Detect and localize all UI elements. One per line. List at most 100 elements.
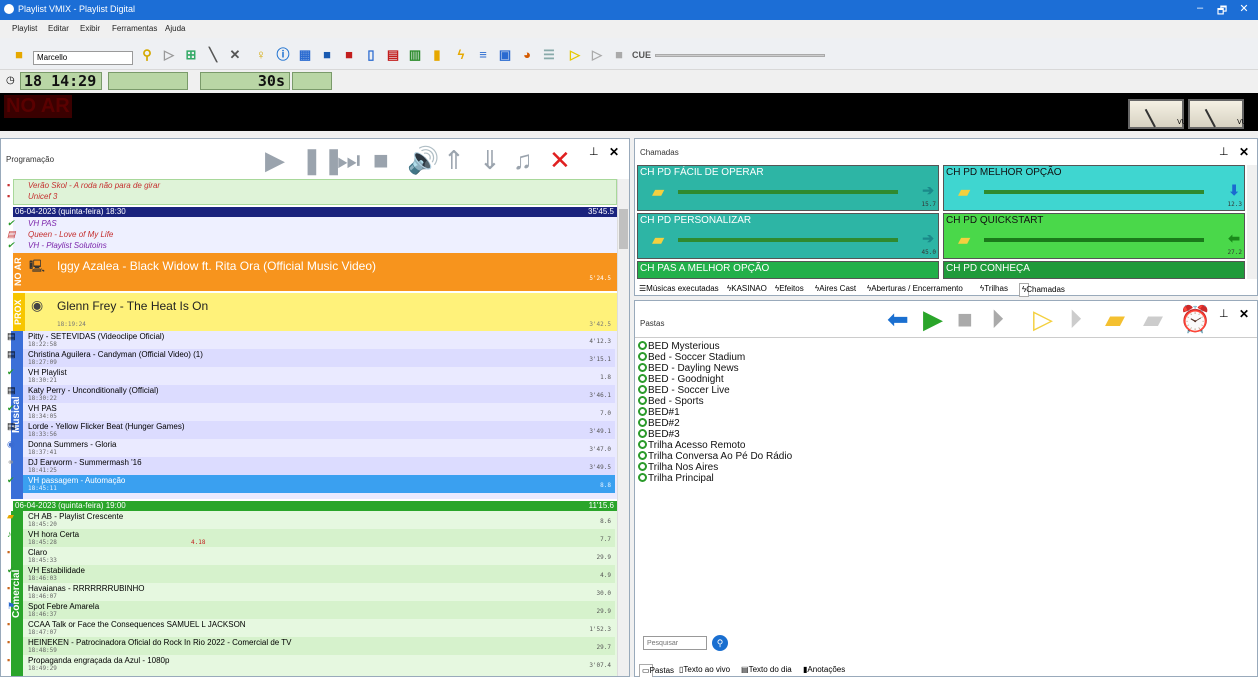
tab-pastas[interactable]: ▭ Pastas	[639, 664, 674, 677]
down-icon[interactable]: ⇓	[479, 145, 501, 175]
folder-item[interactable]: Trilha Principal	[638, 473, 714, 485]
person-icon[interactable]: ⚲	[138, 46, 156, 64]
list-item[interactable]: ✔ VH PAS 18:34:05 7.0	[7, 403, 615, 421]
play-icon[interactable]: ▷	[160, 46, 178, 64]
block-header[interactable]: 06-04-2023 (quinta-feira) 19:00 11'15.6	[13, 501, 617, 511]
report-icon[interactable]: ▥	[406, 46, 424, 64]
close-icon[interactable]: ✕	[1234, 2, 1254, 15]
flash-icon[interactable]: ϟ	[452, 46, 470, 64]
close-panel-icon[interactable]: ✕	[1239, 307, 1249, 321]
playlist-scrollbar[interactable]	[617, 179, 629, 676]
up-icon[interactable]: ⇑	[443, 145, 465, 175]
tab-kasinao[interactable]: ϟ KASINAO	[727, 283, 767, 295]
list-item[interactable]: ▪ Claro 18:45:33 29.9	[7, 547, 615, 565]
tab-chamadas[interactable]: ϟ Chamadas	[1019, 283, 1065, 297]
list-item[interactable]: ▤ Christina Aguilera - Candyman (Official…	[7, 349, 615, 367]
menu-editar[interactable]: Editar	[48, 24, 69, 33]
list-item[interactable]: ✔ VH - Playlist Solutoins	[7, 240, 615, 251]
close-panel-icon[interactable]: ✕	[1239, 145, 1249, 159]
chamada-tile[interactable]: CH PD MELHOR OPÇÃO ▰ ⬇ 12.3	[943, 165, 1245, 211]
skip-icon[interactable]: ⏭	[337, 145, 360, 175]
play-next-icon[interactable]: ⏵	[1069, 304, 1082, 334]
block-header[interactable]: 06-04-2023 (quinta-feira) 18:30 35'45.5	[13, 207, 617, 217]
menu-ajuda[interactable]: Ajuda	[165, 24, 185, 33]
tab-musicas-executadas[interactable]: ☰ Músicas executadas	[639, 283, 719, 295]
play-outline-icon[interactable]: ▷	[1033, 304, 1053, 334]
search-input[interactable]	[643, 636, 707, 650]
cue-slider[interactable]	[655, 54, 825, 57]
wand-icon[interactable]: ╲	[204, 46, 222, 64]
folder-icon[interactable]: ■	[10, 46, 28, 64]
tab-efeitos[interactable]: ϟ Efeitos	[775, 283, 804, 295]
pin-icon[interactable]: ⊥	[589, 145, 599, 158]
list-item[interactable]: ◉ Donna Summers - Gloria 18:37:41 3'47.0	[7, 439, 615, 457]
info-icon[interactable]: ⓘ	[274, 46, 292, 64]
next-item[interactable]: PROX ◉ Glenn Frey - The Heat Is On 18:19…	[13, 293, 617, 331]
now-playing[interactable]: NO AR 🖳 Iggy Azalea - Black Widow ft. Ri…	[13, 253, 617, 291]
close-panel-icon[interactable]: ✕	[609, 145, 619, 159]
stop-icon[interactable]: ■	[610, 46, 628, 64]
rec-icon[interactable]: ■	[340, 46, 358, 64]
scrollbar-thumb[interactable]	[619, 209, 628, 249]
list-item[interactable]: ✔ VH passagem - Automação 18:45:11 8.8	[7, 475, 615, 493]
tools-icon[interactable]: ✕	[226, 46, 244, 64]
folder-remove-icon[interactable]: ▰	[1143, 304, 1163, 334]
grid-icon[interactable]: ▦	[296, 46, 314, 64]
list-item[interactable]: ▪ Verão Skol - A roda não para de girar	[7, 180, 615, 191]
menu-exibir[interactable]: Exibir	[80, 24, 100, 33]
play-icon[interactable]: ▶	[923, 304, 943, 334]
tab-aberturas[interactable]: ϟ Aberturas / Encerramento	[867, 283, 963, 295]
pin-icon[interactable]: ⊥	[1219, 145, 1229, 158]
chamada-tile[interactable]: CH PAS A MELHOR OPÇÃO	[637, 261, 939, 279]
lines-icon[interactable]: ☰	[540, 46, 558, 64]
chamada-tile[interactable]: CH PD CONHEÇA	[943, 261, 1245, 279]
list-item[interactable]: ▪ Propaganda engraçada da Azul - 1080p 18:…	[7, 655, 615, 673]
minimize-icon[interactable]: –	[1190, 2, 1210, 14]
list-item[interactable]: ▪ HEINEKEN - Patrocinadora Oficial do Roc…	[7, 637, 615, 655]
chamada-tile[interactable]: CH PD PERSONALIZAR ▰ ➔ 45.0	[637, 213, 939, 259]
list-item[interactable]: ✔ VH Playlist 18:30:21 1.8	[7, 367, 615, 385]
restore-icon[interactable]: 🗗	[1212, 2, 1232, 21]
play-outline-icon[interactable]: ▷	[566, 46, 584, 64]
pin-icon[interactable]: ⊥	[1219, 307, 1229, 320]
palette-icon[interactable]: ◕	[518, 46, 536, 64]
list-item[interactable]: ▤ Lorde - Yellow Flicker Beat (Hunger Gam…	[7, 421, 615, 439]
list-item[interactable]: ▤ Queen - Love of My Life	[7, 229, 615, 240]
play-next-icon[interactable]: ▷	[588, 46, 606, 64]
list-item[interactable]: ▰ CH AB - Playlist Crescente 18:45:20 8.6	[7, 511, 615, 529]
link-icon[interactable]: ⊞	[182, 46, 200, 64]
tab-texto-do-dia[interactable]: ▤ Texto do dia	[741, 664, 792, 676]
fade-icon[interactable]: ⏵	[991, 304, 1004, 334]
stop-icon[interactable]: ■	[373, 145, 389, 175]
list-item[interactable]: ▤ Katy Perry - Unconditionally (Official)…	[7, 385, 615, 403]
list-item[interactable]: ⚑ Spot Febre Amarela 18:46:37 29.9	[7, 601, 615, 619]
volume-icon[interactable]: 🔊	[407, 145, 439, 175]
delete-icon[interactable]: ✕	[549, 145, 571, 175]
doc-icon[interactable]: ▯	[362, 46, 380, 64]
music-icon[interactable]: ♫	[513, 145, 533, 175]
tab-anotacoes[interactable]: ▮ Anotações	[803, 664, 845, 676]
user-select[interactable]: Marcello	[33, 51, 133, 65]
disk-icon[interactable]: ■	[318, 46, 336, 64]
calendar-icon[interactable]: ▤	[384, 46, 402, 64]
menu-ferramentas[interactable]: Ferramentas	[112, 24, 157, 33]
menu-playlist[interactable]: Playlist	[12, 24, 37, 33]
play-icon[interactable]: ▶	[265, 145, 285, 175]
monitor-icon[interactable]: ▣	[496, 46, 514, 64]
bulb-icon[interactable]: ♀	[252, 46, 270, 64]
cue-button[interactable]: CUE	[632, 46, 651, 64]
chamada-tile[interactable]: CH PD FÁCIL DE OPERAR ▰ ➔ 15.7	[637, 165, 939, 211]
alarm-icon[interactable]: ⏰	[1179, 304, 1211, 334]
chamada-tile[interactable]: CH PD QUICKSTART ▰ ⬅ 27.2	[943, 213, 1245, 259]
list-item[interactable]: ✔ VH Estabilidade 18:46:03 4.9	[7, 565, 615, 583]
list-item[interactable]: ⚭ DJ Earworm - Summermash '16 18:41:25 3'49…	[7, 457, 615, 475]
back-icon[interactable]: ⬅	[887, 304, 909, 334]
chamadas-scrollbar[interactable]	[1247, 165, 1257, 279]
list-item[interactable]: ▪ Havaianas - RRRRRRRUBINHO 18:46:07 30.0	[7, 583, 615, 601]
tab-texto-ao-vivo[interactable]: ▯ Texto ao vivo	[679, 664, 730, 676]
stop-icon[interactable]: ■	[957, 304, 973, 334]
tab-aires-cast[interactable]: ϟ Aires Cast	[815, 283, 856, 295]
search-icon[interactable]: ⚲	[712, 635, 728, 651]
tab-trilhas[interactable]: ϟ Trilhas	[980, 283, 1008, 295]
list-item[interactable]: ✔ VH PAS	[7, 218, 615, 229]
